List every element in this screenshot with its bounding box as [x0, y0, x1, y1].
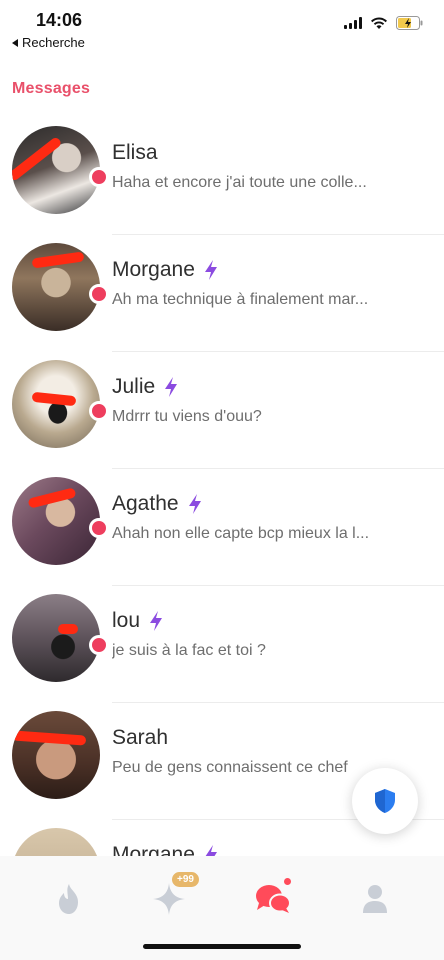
profile-icon [363, 885, 387, 913]
chat-bubbles-icon [256, 885, 291, 913]
avatar[interactable] [12, 828, 100, 856]
sparkle-icon [153, 883, 185, 915]
name-row: Elisa [112, 141, 158, 165]
messages-list[interactable]: Elisa Haha et encore j'ai toute une coll… [0, 118, 444, 856]
unread-dot [89, 167, 109, 187]
name-row: Julie [112, 375, 179, 399]
safety-shield-button[interactable] [352, 768, 418, 834]
censor-bar [27, 487, 77, 509]
avatar[interactable] [12, 711, 100, 799]
status-bar: 14:06 Recherche [0, 0, 444, 56]
contact-name: Morgane [112, 843, 195, 856]
messages-section-title: Messages [12, 80, 91, 97]
name-row: lou [112, 609, 164, 633]
flame-icon [59, 884, 78, 914]
message-preview: Ahah non elle capte bcp mieux la l... [112, 525, 370, 542]
super-like-bolt-icon [204, 260, 217, 280]
message-preview: Ah ma technique à finalement mar... [112, 291, 369, 308]
avatar[interactable] [12, 477, 100, 565]
conversation-item[interactable]: lou je suis à la fac et toi ? [0, 586, 444, 703]
nav-discover[interactable] [44, 874, 94, 924]
conversation-item[interactable]: Elisa Haha et encore j'ai toute une coll… [0, 118, 444, 235]
avatar[interactable] [12, 360, 100, 448]
contact-name: Morgane [112, 258, 195, 281]
unread-dot [89, 635, 109, 655]
name-row: Agathe [112, 492, 203, 516]
censor-bar [12, 135, 63, 183]
nav-profile[interactable] [350, 874, 400, 924]
status-icons [344, 16, 424, 30]
message-preview: Haha et encore j'ai toute une colle... [112, 174, 367, 191]
censor-bar [31, 251, 85, 269]
super-like-bolt-icon [188, 494, 201, 514]
super-like-bolt-icon [205, 845, 217, 856]
nav-likes[interactable]: +99 [144, 872, 199, 924]
avatar[interactable] [12, 594, 100, 682]
back-link-label: Recherche [22, 35, 85, 50]
status-time: 14:06 [36, 10, 83, 30]
name-row: Sarah [112, 726, 168, 750]
shield-icon [375, 789, 395, 813]
avatar[interactable] [12, 126, 100, 214]
contact-name: lou [112, 609, 141, 632]
battery-charging-icon [396, 16, 423, 30]
super-like-bolt-icon [165, 377, 178, 397]
home-indicator [143, 944, 301, 949]
message-preview: je suis à la fac et toi ? [112, 642, 266, 659]
back-arrow-icon [12, 38, 18, 47]
signal-icon [344, 17, 362, 29]
contact-name: Agathe [112, 492, 179, 515]
back-to-search-link[interactable]: Recherche [12, 35, 85, 50]
likes-count-badge: +99 [172, 872, 199, 887]
unread-dot [89, 401, 109, 421]
name-row: Morgane [112, 258, 219, 282]
conversation-item[interactable]: Morgane Ah ma technique à finalement mar… [0, 235, 444, 352]
censor-bar [12, 730, 87, 746]
super-like-bolt-icon [150, 611, 163, 631]
contact-name: Julie [112, 375, 156, 398]
contact-name: Elisa [112, 141, 158, 164]
conversation-item[interactable]: Agathe Ahah non elle capte bcp mieux la … [0, 469, 444, 586]
contact-name: Sarah [112, 726, 169, 749]
censor-bar [31, 391, 77, 407]
new-activity-dot [284, 878, 291, 885]
nav-messages[interactable] [248, 874, 298, 924]
censor-bar [58, 624, 78, 634]
conversation-item[interactable]: Julie Mdrrr tu viens d'ouu? [0, 352, 444, 469]
avatar[interactable] [12, 243, 100, 331]
unread-dot [89, 284, 109, 304]
wifi-icon [371, 17, 387, 29]
unread-dot [89, 518, 109, 538]
name-row: Morgane [112, 843, 219, 856]
message-preview: Mdrrr tu viens d'ouu? [112, 408, 262, 425]
